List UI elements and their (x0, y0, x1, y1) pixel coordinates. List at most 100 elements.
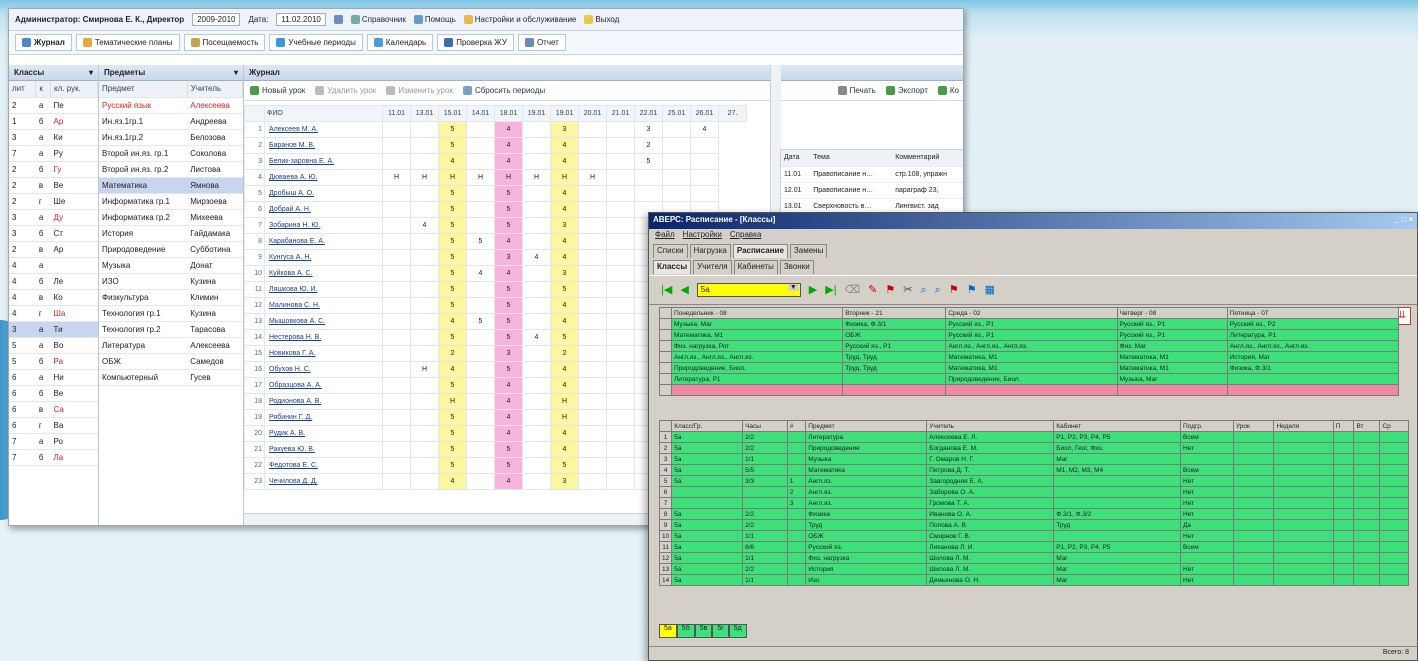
grade-cell[interactable] (606, 153, 635, 170)
load-cell[interactable] (1273, 453, 1334, 465)
grade-cell[interactable]: 4 (494, 233, 523, 250)
grade-cell[interactable] (466, 249, 495, 266)
subject-row[interactable]: Литература Алексеева (99, 337, 243, 354)
grade-cell[interactable] (382, 361, 411, 378)
load-row[interactable]: 7 3 Англ.яз. Громова Т. А. Нет (658, 497, 1409, 509)
grade-cell[interactable] (382, 265, 411, 282)
load-cell[interactable] (1232, 431, 1275, 443)
subject-row[interactable]: Компьютерный Гусев (99, 369, 243, 386)
grade-cell[interactable] (578, 361, 607, 378)
lesson-cell[interactable] (842, 384, 947, 396)
topic-row[interactable]: 12.01 Правописание н… параграф 23, (781, 182, 963, 199)
grade-cell[interactable] (382, 249, 411, 266)
grade-cell[interactable]: 5 (438, 409, 467, 426)
student-name[interactable]: Дюваева А. Ю. (264, 169, 383, 186)
grade-cell[interactable] (410, 249, 439, 266)
class-row[interactable]: 2 б Гу (9, 161, 98, 178)
grade-cell[interactable]: Н (410, 361, 439, 378)
grade-cell[interactable] (410, 377, 439, 394)
grade-cell[interactable] (578, 217, 607, 234)
load-cell[interactable]: 5а (671, 431, 744, 443)
load-cell[interactable]: 2/2 (742, 431, 788, 443)
grade-cell[interactable]: 4 (438, 361, 467, 378)
grade-cell[interactable] (410, 457, 439, 474)
load-cell[interactable] (1379, 552, 1409, 564)
load-cell[interactable] (1273, 508, 1334, 520)
load-cell[interactable]: Р1, Р2, Р3, Р4, Р5 (1053, 541, 1181, 553)
grade-cell[interactable]: 4 (550, 313, 579, 330)
menu-help[interactable]: Справка (730, 230, 761, 242)
grade-cell[interactable] (522, 265, 551, 282)
reset-periods-button[interactable]: Сбросить периоды (462, 86, 545, 95)
flag-icon[interactable]: ⚑ (885, 284, 895, 296)
grade-cell[interactable] (522, 473, 551, 490)
lesson-cell[interactable]: Англ.яз., Англ.яз., Англ.яз. (1226, 340, 1400, 352)
grade-cell[interactable]: 5 (550, 329, 579, 346)
subject-row[interactable]: Информатика гр.1 Мирзоева (99, 193, 243, 210)
grade-cell[interactable] (466, 121, 495, 138)
load-cell[interactable] (1332, 530, 1355, 542)
load-cell[interactable]: Нет (1180, 508, 1234, 520)
grade-cell[interactable]: 2 (438, 345, 467, 362)
lesson-cell[interactable]: Русский яз., Р2 (1226, 318, 1400, 330)
load-cell[interactable] (1353, 530, 1381, 542)
load-cell[interactable] (1353, 431, 1381, 443)
grade-cell[interactable]: 5 (494, 457, 523, 474)
subject-row[interactable]: Второй ин.яз. гр.2 Листова (99, 161, 243, 178)
grade-cell[interactable]: 5 (438, 329, 467, 346)
lesson-cell[interactable]: Литература, Р1 (1226, 329, 1400, 341)
load-cell[interactable] (1232, 530, 1275, 542)
more-button[interactable]: Ко (937, 86, 959, 95)
grade-cell[interactable]: 4 (550, 297, 579, 314)
load-cell[interactable] (1232, 442, 1275, 454)
class-row[interactable]: 6 б Ве (9, 385, 98, 402)
search-icon[interactable]: ⌕ (920, 284, 926, 296)
lesson-cell[interactable]: Русский яз., Р1 (945, 329, 1118, 341)
grade-cell[interactable]: 5 (634, 153, 663, 170)
grade-cell[interactable] (662, 153, 691, 170)
grade-cell[interactable]: 5 (438, 201, 467, 218)
grade-cell[interactable]: 4 (550, 233, 579, 250)
grade-cell[interactable] (410, 281, 439, 298)
grade-cell[interactable]: 5 (466, 233, 495, 250)
subject-row[interactable]: История Гайдамака (99, 225, 243, 242)
grade-cell[interactable] (606, 297, 635, 314)
load-cell[interactable]: Нет (1180, 486, 1234, 498)
class-tab[interactable]: 5д (728, 624, 747, 638)
lesson-cell[interactable]: Музыка, Маг (1116, 373, 1228, 385)
grade-cell[interactable] (466, 473, 495, 490)
grade-cell[interactable] (522, 137, 551, 154)
grade-cell[interactable] (522, 409, 551, 426)
load-cell[interactable] (1232, 541, 1275, 553)
class-row[interactable]: 2 а Пе (9, 97, 98, 114)
student-name[interactable]: Родионова А. В. (264, 393, 383, 410)
grade-cell[interactable]: 5 (438, 137, 467, 154)
grade-cell[interactable] (466, 409, 495, 426)
date-column-header[interactable]: 22.01 (634, 105, 663, 122)
grade-cell[interactable]: 5 (438, 297, 467, 314)
grade-cell[interactable]: 5 (438, 249, 467, 266)
load-cell[interactable]: Нет (1180, 475, 1234, 487)
grade-cell[interactable]: 5 (494, 441, 523, 458)
load-cell[interactable] (1353, 497, 1381, 509)
grade-cell[interactable] (578, 345, 607, 362)
grade-cell[interactable]: 5 (550, 457, 579, 474)
load-cell[interactable] (1053, 486, 1181, 498)
grade-cell[interactable] (606, 233, 635, 250)
class-row[interactable]: 3 а Ки (9, 129, 98, 146)
load-cell[interactable] (1332, 442, 1355, 454)
grade-cell[interactable]: 5 (494, 201, 523, 218)
lesson-cell[interactable]: Русский яз., Р1 (842, 340, 947, 352)
class-tab[interactable]: 5б (676, 624, 695, 638)
lesson-cell[interactable]: Математика, М1 (945, 351, 1118, 363)
grade-cell[interactable] (578, 153, 607, 170)
load-cell[interactable] (1332, 519, 1355, 531)
subject-row[interactable]: Природоведение Субботина (99, 241, 243, 258)
grade-cell[interactable]: 2 (550, 345, 579, 362)
grade-cell[interactable] (690, 185, 719, 202)
load-cell[interactable]: Петрова Д. Т. (926, 464, 1055, 476)
link-reference[interactable]: Справочник (350, 15, 406, 24)
lesson-cell[interactable] (1226, 373, 1400, 385)
grade-cell[interactable]: 4 (494, 265, 523, 282)
student-name[interactable]: Нестерова Н. В. (264, 329, 383, 346)
